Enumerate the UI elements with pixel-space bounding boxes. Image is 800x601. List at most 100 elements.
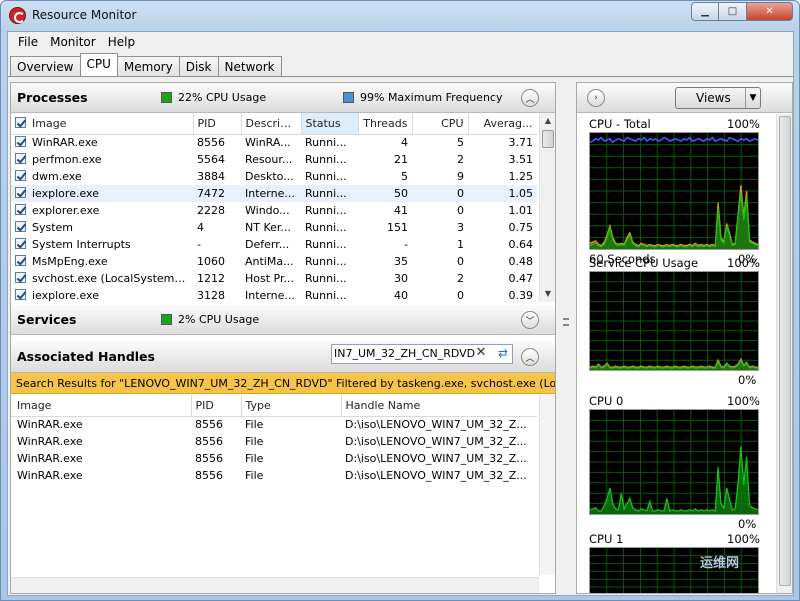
tab-memory[interactable]: Memory: [116, 56, 180, 76]
handles-collapse-button[interactable]: ︿: [521, 348, 539, 366]
handles-hscrollbar[interactable]: [11, 577, 539, 593]
client-area: File Monitor Help Overview CPU Memory Di…: [7, 31, 794, 596]
process-description: Interne...: [245, 289, 295, 302]
process-checkbox[interactable]: [15, 238, 26, 249]
splitter-grip-icon[interactable]: [563, 318, 569, 326]
clear-search-icon[interactable]: ✕: [473, 345, 489, 361]
graphs-header: › Views ▼: [577, 83, 792, 113]
process-status: Runni...: [305, 136, 347, 150]
menu-help[interactable]: Help: [102, 35, 141, 49]
handle-row[interactable]: WinRAR.exe 8556 File D:\iso\LENOVO_WIN7_UM_…: [11, 450, 537, 467]
process-row[interactable]: iexplore.exe 7472 Interne... Runni... 50 0 1.0…: [11, 185, 537, 202]
process-checkbox[interactable]: [15, 221, 26, 232]
process-image-cell: svchost.exe (LocalSystemNet...: [11, 270, 193, 287]
services-expand-button[interactable]: ﹀: [521, 311, 539, 329]
maximize-button[interactable]: □: [719, 2, 747, 21]
process-row[interactable]: System 4 NT Ker... Runni... 151 3 0.75: [11, 219, 537, 236]
handle-type: File: [245, 469, 264, 482]
scroll-up-icon[interactable]: ▲: [540, 113, 556, 129]
process-status: Runni...: [301, 185, 358, 202]
column-threads[interactable]: Threads: [358, 113, 413, 135]
column-pid[interactable]: PID: [193, 113, 242, 135]
handles-header[interactable]: Associated Handles IN7_UM_32_ZH_CN_RDVD …: [11, 341, 555, 373]
views-dropdown-icon[interactable]: ▼: [745, 88, 760, 108]
column-cpu[interactable]: CPU: [412, 113, 469, 135]
handle-name: D:\iso\LENOVO_WIN7_UM_32_Z...: [345, 418, 527, 432]
process-checkbox[interactable]: [15, 153, 26, 164]
services-header[interactable]: Services 2% CPU Usage ﹀: [11, 305, 555, 335]
processes-header[interactable]: Processes 22% CPU Usage 99% Maximum Freq…: [11, 83, 555, 113]
handles-scrollbar[interactable]: [539, 395, 555, 575]
processes-scroll-thumb[interactable]: [542, 130, 554, 148]
cpu-graph: [589, 132, 759, 250]
process-checkbox[interactable]: [15, 272, 26, 283]
column-handle-pid[interactable]: PID: [191, 395, 242, 417]
tab-network[interactable]: Network: [217, 56, 282, 76]
process-checkbox[interactable]: [15, 136, 26, 148]
column-image[interactable]: Image: [11, 113, 194, 135]
handle-pid: 8556: [195, 452, 223, 465]
process-checkbox[interactable]: [15, 187, 26, 198]
graph-title: CPU - Total: [589, 117, 651, 131]
graphs-scroll-thumb[interactable]: [779, 116, 791, 586]
tab-cpu[interactable]: CPU: [79, 53, 118, 76]
column-average-cpu[interactable]: Averag...: [468, 113, 537, 135]
column-handle-image[interactable]: Image: [11, 395, 192, 417]
process-average-cpu: 0.75: [508, 221, 534, 234]
processes-table: Image PID Descrip... Status Threads CPU …: [11, 113, 537, 302]
graphs-scrollbar[interactable]: [776, 114, 792, 593]
title-bar[interactable]: Resource Monitor ▁ □ ✕: [1, 1, 799, 31]
process-checkbox[interactable]: [15, 289, 26, 300]
handle-name: D:\iso\LENOVO_WIN7_UM_32_Z...: [345, 435, 527, 448]
graphs-toggle-button[interactable]: ›: [587, 89, 605, 107]
processes-collapse-button[interactable]: ︿: [521, 89, 539, 107]
handles-table-container: Image PID Type Handle Name WinRAR.exe 855…: [11, 395, 537, 575]
process-description: WinRA...: [245, 136, 291, 150]
process-status: Runni...: [305, 289, 347, 302]
process-row[interactable]: MsMpEng.exe 1060 AntiMa... Runni... 35 0 0.48: [11, 253, 537, 270]
menu-file[interactable]: File: [12, 35, 44, 49]
max-frequency-legend-icon: [343, 92, 354, 103]
close-icon: ✕: [765, 6, 774, 17]
process-checkbox[interactable]: [15, 204, 26, 215]
handle-row[interactable]: WinRAR.exe 8556 File D:\iso\LENOVO_WIN7_UM_…: [11, 467, 537, 484]
graph-title: CPU 1: [589, 532, 624, 546]
column-handle-type[interactable]: Type: [241, 395, 342, 417]
process-average-cpu: 0.47: [508, 272, 534, 285]
pane-splitter[interactable]: [558, 82, 574, 594]
select-all-checkbox[interactable]: [15, 116, 26, 128]
process-image-cell: dwm.exe: [11, 168, 193, 185]
process-average-cpu: 0.39: [508, 289, 534, 302]
tab-overview[interactable]: Overview: [10, 56, 81, 76]
tab-disk[interactable]: Disk: [178, 56, 219, 76]
process-row[interactable]: WinRAR.exe 8556 WinRA... Runni... 4 5 3.71: [11, 134, 537, 151]
process-row[interactable]: perfmon.exe 5564 Resour... Runni... 21 2 3.51: [11, 151, 537, 168]
process-average-cpu: 1.01: [508, 204, 534, 217]
minimize-button[interactable]: ▁: [691, 2, 719, 21]
process-average-cpu: 1.05: [468, 185, 537, 202]
menu-monitor[interactable]: Monitor: [44, 35, 102, 49]
process-checkbox[interactable]: [15, 170, 26, 181]
handle-pid: 8556: [195, 418, 223, 432]
process-threads: 30: [394, 272, 408, 285]
handle-row[interactable]: WinRAR.exe 8556 File D:\iso\LENOVO_WIN7_UM_…: [11, 433, 537, 450]
process-row[interactable]: System Interrupts - Deferr... Runni... -1 0.6…: [11, 236, 537, 253]
process-checkbox[interactable]: [15, 255, 26, 266]
refresh-search-icon[interactable]: ⇄: [494, 345, 512, 361]
handle-row[interactable]: WinRAR.exe 8556 File D:\iso\LENOVO_WIN7_UM_…: [11, 416, 537, 433]
process-cpu: 0: [457, 255, 464, 268]
process-row[interactable]: explorer.exe 2228 Windo... Runni... 41 0 1.01: [11, 202, 537, 219]
process-row[interactable]: dwm.exe 3884 Deskto... Runni... 5 9 1.25: [11, 168, 537, 185]
processes-scrollbar[interactable]: ▲ ▼: [539, 113, 555, 302]
column-handle-name[interactable]: Handle Name: [341, 395, 537, 417]
process-cpu: 3: [457, 221, 464, 234]
process-row[interactable]: svchost.exe (LocalSystemNet... 1212 Host P…: [11, 270, 537, 287]
process-status: Runni...: [305, 221, 347, 234]
process-row[interactable]: iexplore.exe 3128 Interne... Runni... 40 0 0.3…: [11, 287, 537, 302]
process-average-cpu: 0.48: [508, 255, 534, 268]
process-description: Host Pr...: [245, 272, 294, 285]
column-status[interactable]: Status: [301, 113, 359, 135]
column-description[interactable]: Descrip...: [241, 113, 302, 135]
close-button[interactable]: ✕: [747, 2, 793, 21]
scroll-down-icon[interactable]: ▼: [540, 286, 556, 302]
